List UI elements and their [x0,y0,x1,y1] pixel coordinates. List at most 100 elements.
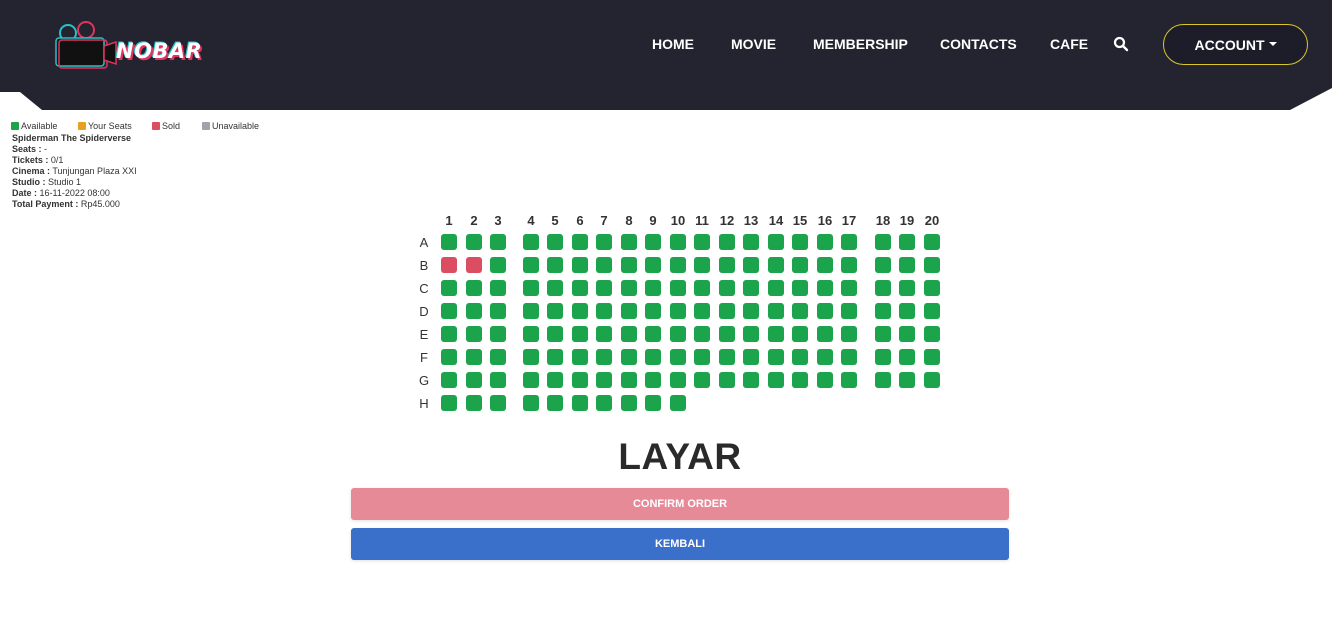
seat-h8[interactable] [621,395,637,411]
seat-b14[interactable] [768,257,784,273]
seat-a18[interactable] [875,234,891,250]
nav-home[interactable]: HOME [652,36,694,52]
seat-g13[interactable] [743,372,759,388]
seat-e9[interactable] [645,326,661,342]
seat-e18[interactable] [875,326,891,342]
seat-d13[interactable] [743,303,759,319]
nav-contacts[interactable]: CONTACTS [940,36,1017,52]
seat-a8[interactable] [621,234,637,250]
nav-movie[interactable]: MOVIE [731,36,776,52]
seat-a11[interactable] [694,234,710,250]
seat-c20[interactable] [924,280,940,296]
seat-c17[interactable] [841,280,857,296]
seat-a19[interactable] [899,234,915,250]
seat-b20[interactable] [924,257,940,273]
seat-a10[interactable] [670,234,686,250]
seat-f17[interactable] [841,349,857,365]
seat-f10[interactable] [670,349,686,365]
seat-e19[interactable] [899,326,915,342]
seat-b10[interactable] [670,257,686,273]
seat-e16[interactable] [817,326,833,342]
seat-h10[interactable] [670,395,686,411]
seat-c13[interactable] [743,280,759,296]
seat-f16[interactable] [817,349,833,365]
seat-e13[interactable] [743,326,759,342]
seat-b6[interactable] [572,257,588,273]
seat-a9[interactable] [645,234,661,250]
seat-b4[interactable] [523,257,539,273]
seat-b12[interactable] [719,257,735,273]
seat-g16[interactable] [817,372,833,388]
seat-h7[interactable] [596,395,612,411]
seat-d5[interactable] [547,303,563,319]
seat-a17[interactable] [841,234,857,250]
nav-cafe[interactable]: CAFE [1050,36,1088,52]
seat-a16[interactable] [817,234,833,250]
seat-d2[interactable] [466,303,482,319]
seat-e12[interactable] [719,326,735,342]
seat-a15[interactable] [792,234,808,250]
seat-c6[interactable] [572,280,588,296]
seat-f9[interactable] [645,349,661,365]
seat-f20[interactable] [924,349,940,365]
seat-d1[interactable] [441,303,457,319]
seat-c5[interactable] [547,280,563,296]
seat-g12[interactable] [719,372,735,388]
seat-g19[interactable] [899,372,915,388]
nav-membership[interactable]: MEMBERSHIP [813,36,908,52]
seat-h9[interactable] [645,395,661,411]
seat-c8[interactable] [621,280,637,296]
seat-a5[interactable] [547,234,563,250]
seat-f11[interactable] [694,349,710,365]
seat-g2[interactable] [466,372,482,388]
seat-g18[interactable] [875,372,891,388]
seat-b16[interactable] [817,257,833,273]
seat-f6[interactable] [572,349,588,365]
seat-g11[interactable] [694,372,710,388]
seat-a3[interactable] [490,234,506,250]
seat-e8[interactable] [621,326,637,342]
seat-g4[interactable] [523,372,539,388]
seat-d16[interactable] [817,303,833,319]
seat-c4[interactable] [523,280,539,296]
seat-b19[interactable] [899,257,915,273]
seat-e10[interactable] [670,326,686,342]
seat-d6[interactable] [572,303,588,319]
seat-e1[interactable] [441,326,457,342]
seat-e20[interactable] [924,326,940,342]
seat-a4[interactable] [523,234,539,250]
seat-f18[interactable] [875,349,891,365]
seat-c2[interactable] [466,280,482,296]
seat-f5[interactable] [547,349,563,365]
seat-d11[interactable] [694,303,710,319]
seat-d15[interactable] [792,303,808,319]
seat-c18[interactable] [875,280,891,296]
seat-c1[interactable] [441,280,457,296]
seat-e17[interactable] [841,326,857,342]
seat-b17[interactable] [841,257,857,273]
seat-d20[interactable] [924,303,940,319]
seat-b13[interactable] [743,257,759,273]
seat-f15[interactable] [792,349,808,365]
seat-d3[interactable] [490,303,506,319]
seat-d19[interactable] [899,303,915,319]
seat-d12[interactable] [719,303,735,319]
seat-e11[interactable] [694,326,710,342]
confirm-order-button[interactable]: CONFIRM ORDER [351,488,1009,520]
seat-e7[interactable] [596,326,612,342]
seat-b7[interactable] [596,257,612,273]
seat-a12[interactable] [719,234,735,250]
seat-b11[interactable] [694,257,710,273]
seat-a7[interactable] [596,234,612,250]
seat-e14[interactable] [768,326,784,342]
seat-d8[interactable] [621,303,637,319]
seat-c19[interactable] [899,280,915,296]
seat-f3[interactable] [490,349,506,365]
seat-g14[interactable] [768,372,784,388]
seat-g9[interactable] [645,372,661,388]
seat-g7[interactable] [596,372,612,388]
seat-g20[interactable] [924,372,940,388]
seat-f1[interactable] [441,349,457,365]
seat-e6[interactable] [572,326,588,342]
seat-f19[interactable] [899,349,915,365]
